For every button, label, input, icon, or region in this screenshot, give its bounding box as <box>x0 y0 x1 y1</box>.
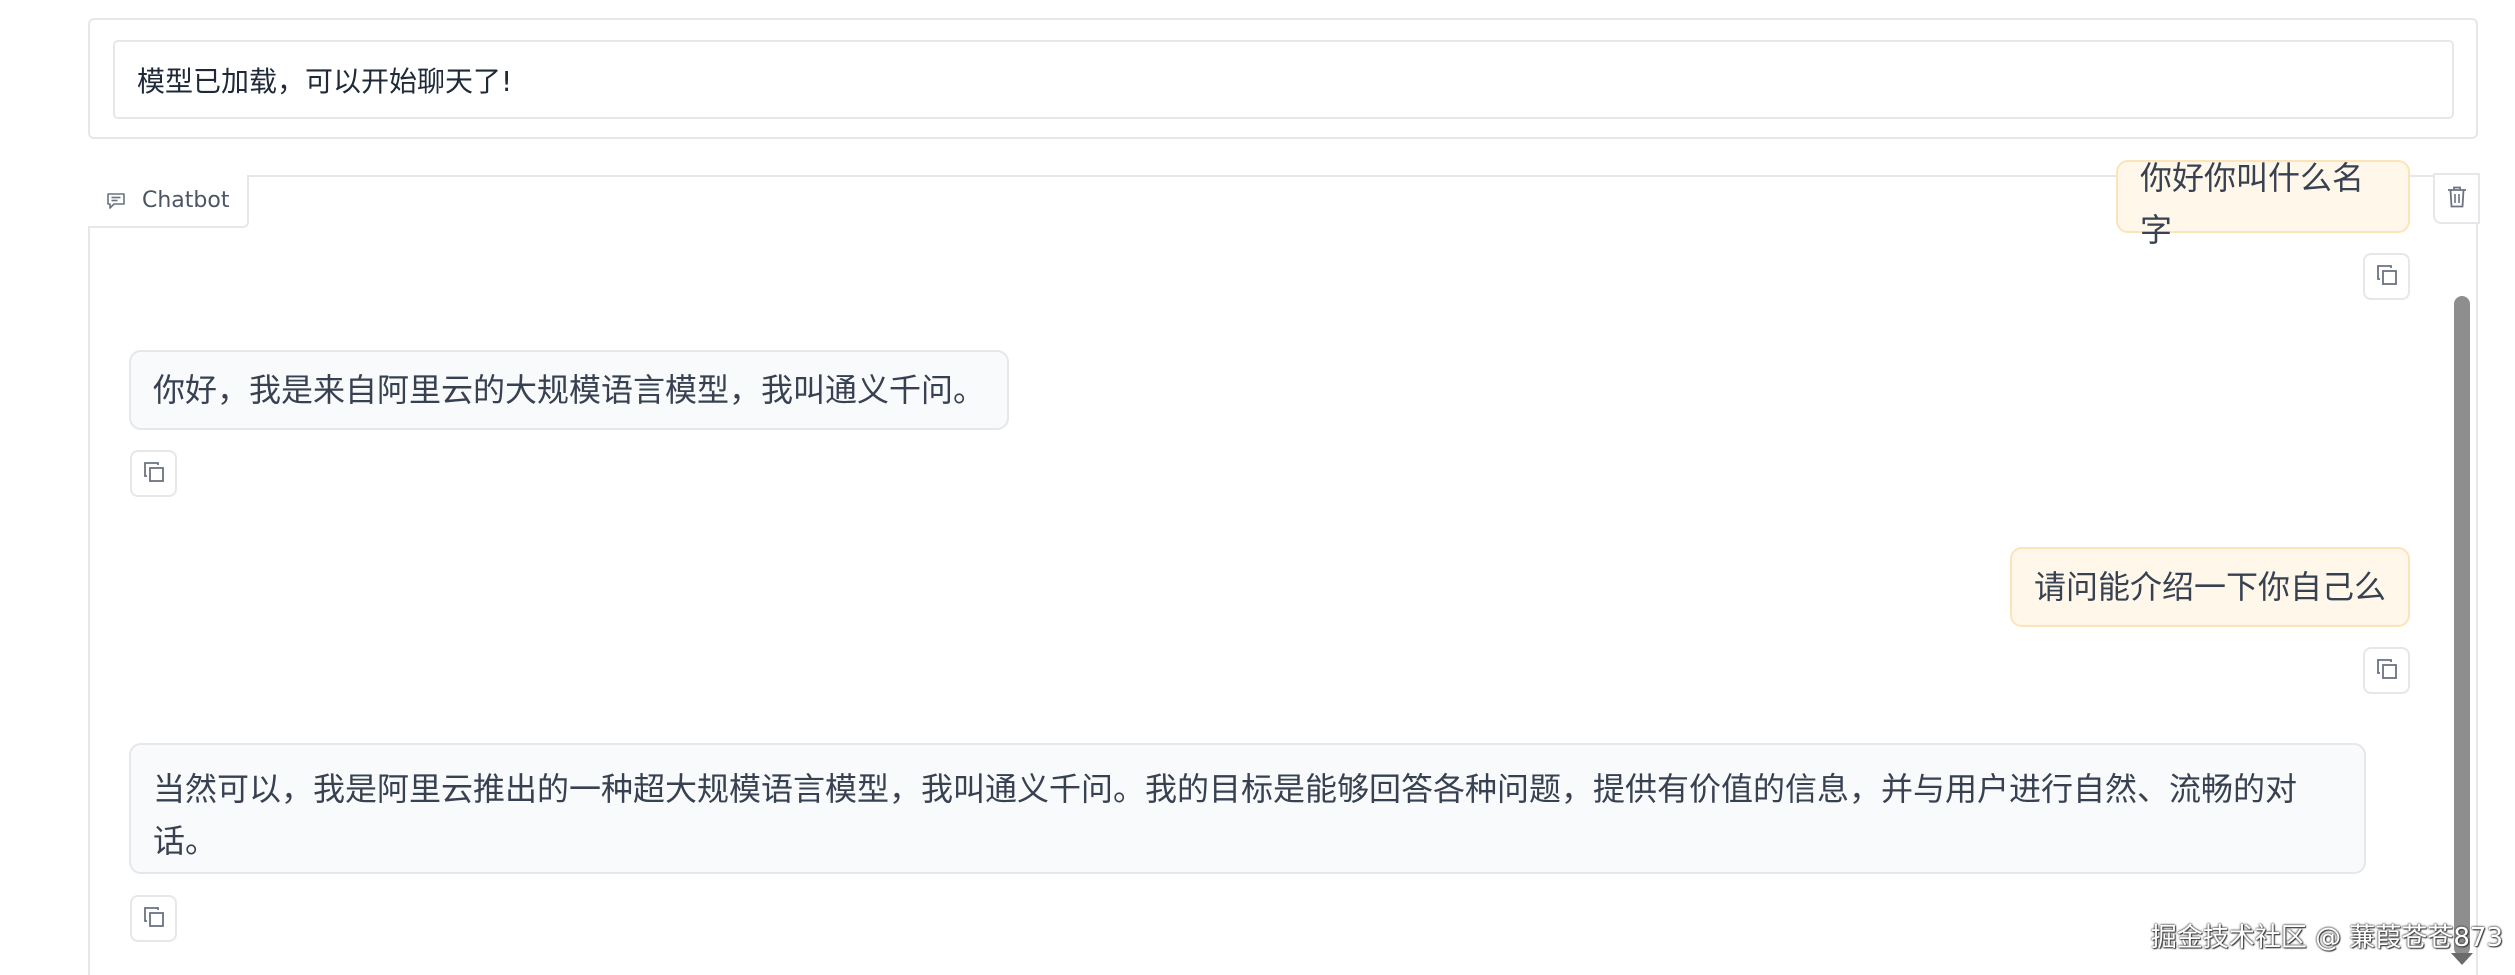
user-message: 请问能介绍一下你自己么 <box>2010 547 2410 627</box>
status-text: 模型已加载，可以开始聊天了! <box>137 64 513 98</box>
status-textbox[interactable]: 模型已加载，可以开始聊天了! <box>113 40 2454 119</box>
chatbot-label: Chatbot <box>88 175 250 228</box>
chat-scrollbar[interactable] <box>2454 296 2470 956</box>
chatbot-label-text: Chatbot <box>142 188 230 213</box>
copy-button[interactable] <box>130 450 177 497</box>
message-text: 你好，我是来自阿里云的大规模语言模型，我叫通义千问。 <box>153 371 986 409</box>
copy-button[interactable] <box>130 895 177 942</box>
chat-bubble-icon <box>106 192 126 210</box>
bot-message: 你好，我是来自阿里云的大规模语言模型，我叫通义千问。 <box>129 350 1009 430</box>
scroll-down-arrow-icon[interactable] <box>2451 953 2473 965</box>
message-text: 请问能介绍一下你自己么 <box>2034 568 2387 606</box>
watermark: 掘金技术社区 @ 蒹葭苍苍873 <box>2150 923 2503 953</box>
trash-icon <box>2446 185 2468 213</box>
clear-chat-button[interactable] <box>2433 173 2480 224</box>
copy-icon <box>142 905 166 933</box>
message-text: 你好你叫什么名字 <box>2140 158 2365 249</box>
bot-message: 当然可以，我是阿里云推出的一种超大规模语言模型，我叫通义千问。我的目标是能够回答… <box>129 743 2366 874</box>
copy-button[interactable] <box>2363 647 2410 694</box>
user-message: 你好你叫什么名字 <box>2116 159 2410 249</box>
copy-button[interactable] <box>2363 253 2410 300</box>
message-text: 当然可以，我是阿里云推出的一种超大规模语言模型，我叫通义千问。我的目标是能够回答… <box>153 770 2298 860</box>
copy-icon <box>142 460 166 488</box>
copy-icon <box>2375 657 2399 685</box>
copy-icon <box>2375 263 2399 291</box>
